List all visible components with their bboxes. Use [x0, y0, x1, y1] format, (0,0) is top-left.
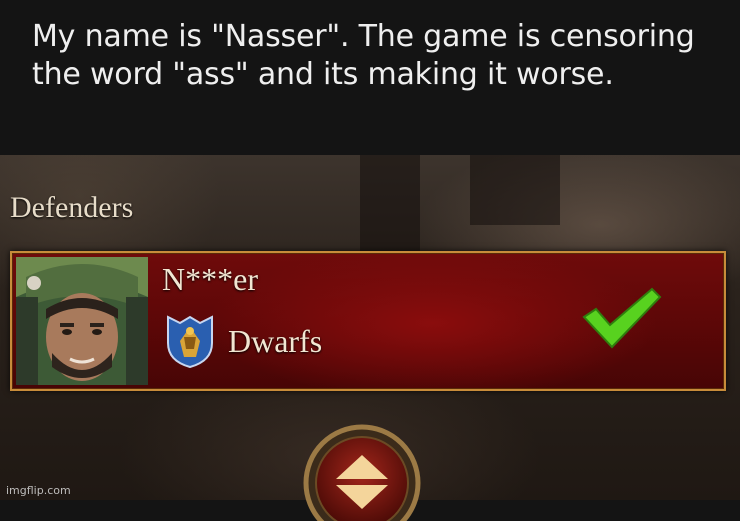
background-shadow	[360, 155, 420, 265]
game-screenshot: Defenders N***er Dwarfs	[0, 155, 740, 521]
meme-caption: My name is "Nasser". The game is censori…	[32, 19, 695, 92]
up-down-arrows-icon[interactable]	[302, 421, 422, 521]
player-name: N***er	[162, 261, 258, 297]
caption-bar: My name is "Nasser". The game is censori…	[0, 0, 740, 155]
dwarfs-faction-shield-icon	[167, 315, 213, 369]
faction-name: Dwarfs	[228, 323, 323, 359]
green-checkmark-icon	[582, 287, 662, 349]
imgflip-watermark: imgflip.com	[6, 484, 71, 497]
player-portrait	[16, 257, 148, 385]
player-card[interactable]: N***er Dwarfs	[10, 251, 726, 391]
background-shadow	[470, 155, 560, 225]
avatar	[16, 257, 148, 385]
defenders-heading: Defenders	[10, 191, 134, 224]
